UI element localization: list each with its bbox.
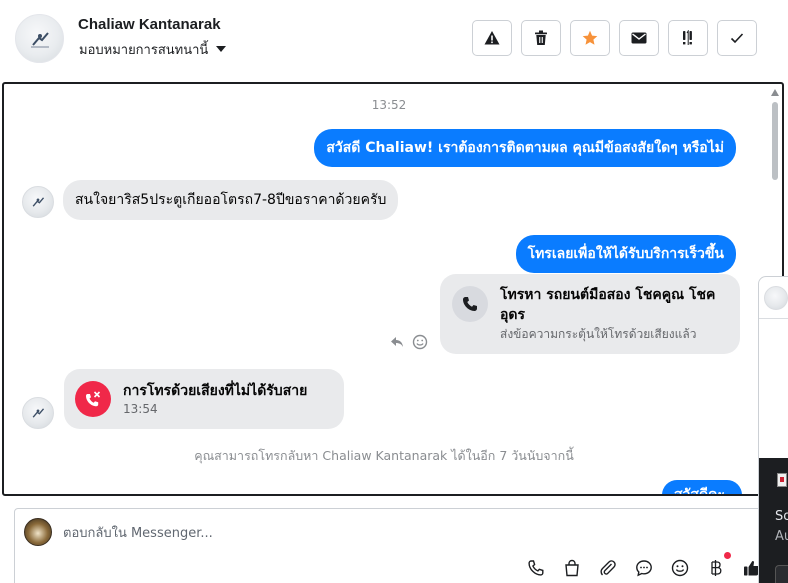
popup-button[interactable]: [775, 565, 788, 583]
avatar-figure-icon: [32, 197, 45, 207]
attach-button[interactable]: [597, 557, 619, 579]
header-toolbar: [472, 20, 757, 56]
avatar-figure-icon: [30, 31, 49, 47]
contact-avatar-small[interactable]: [22, 397, 54, 429]
callback-notice: คุณสามารถโทรกลับหา Chaliaw Kantanarak ได…: [194, 448, 574, 463]
contact-name[interactable]: Chaliaw Kantanarak: [78, 16, 221, 33]
shopping-bag-icon: [565, 559, 579, 577]
chat-bubble-icon: [636, 560, 652, 577]
priority-icon: [683, 30, 692, 45]
trash-icon: [535, 30, 547, 45]
conversation-header: Chaliaw Kantanarak มอบหมายการสนทนานี้: [0, 0, 788, 80]
popup-text-line2: Au: [775, 529, 788, 544]
message-bubble-incoming[interactable]: สนใจยาริส5ประตูเกียออโตรถ7-8ปีขอราคาด้วย…: [63, 180, 399, 220]
message-composer: [14, 508, 774, 583]
saved-replies-button[interactable]: [633, 557, 655, 579]
reply-input[interactable]: [63, 523, 543, 543]
popup-avatar[interactable]: [764, 286, 788, 310]
assign-conversation-dropdown[interactable]: มอบหมายการสนทนานี้: [79, 39, 227, 60]
contact-avatar-small[interactable]: [22, 186, 54, 218]
report-button[interactable]: [472, 20, 512, 56]
smiley-icon: [671, 559, 689, 577]
mark-done-button[interactable]: [717, 20, 757, 56]
message-bubble-outgoing[interactable]: สวัสดี Chaliaw! เราต้องการติดตามผล คุณมี…: [314, 129, 736, 167]
star-icon: [582, 30, 598, 45]
star-button[interactable]: [570, 20, 610, 56]
contact-avatar[interactable]: [15, 14, 64, 63]
call-card-title: โทรหา รถยนต์มือสอง โชคคูณ โชค อุดร: [500, 287, 716, 323]
checkmark-icon: [730, 33, 744, 44]
popup-text-line1: So: [775, 509, 788, 524]
message-thread[interactable]: 13:52 สวัสดี Chaliaw! เราต้องการติดตามผล…: [2, 82, 784, 496]
message-bubble-outgoing[interactable]: โทรเลยเพื่อให้ได้รับบริการเร็วขึ้น: [515, 235, 736, 273]
phone-icon: [528, 560, 544, 576]
chat-popup-preview[interactable]: So Au: [758, 276, 788, 583]
avatar-figure-icon: [32, 408, 45, 418]
missed-call-card[interactable]: การโทรด้วยเสียงที่ไม่ได้รับสาย 13:54: [64, 369, 344, 429]
phone-icon: [452, 286, 488, 322]
delete-button[interactable]: [521, 20, 561, 56]
important-button[interactable]: [668, 20, 708, 56]
assign-label: มอบหมายการสนทนานี้: [79, 43, 209, 58]
notification-dot: [724, 552, 731, 559]
reply-icon[interactable]: [390, 336, 404, 348]
composer-toolbar: [525, 552, 763, 579]
message-timestamp: 13:52: [371, 98, 407, 112]
missed-call-icon: [75, 381, 111, 417]
call-card-subtitle: ส่งข้อความกระตุ้นให้โทรด้วยเสียงแล้ว: [500, 327, 697, 341]
call-request-card[interactable]: โทรหา รถยนต์มือสอง โชคคูณ โชค อุดร ส่งข้…: [440, 274, 740, 354]
react-smiley-icon[interactable]: [412, 334, 428, 350]
popup-divider: [759, 318, 788, 319]
flag-icon: [777, 473, 787, 487]
envelope-icon: [631, 32, 647, 44]
paperclip-icon: [600, 560, 616, 576]
scroll-up-arrow-icon[interactable]: [771, 89, 779, 96]
missed-call-time: 13:54: [123, 402, 158, 416]
phone-button[interactable]: [525, 557, 547, 579]
mark-unread-button[interactable]: [619, 20, 659, 56]
warning-icon: [484, 31, 500, 45]
page-avatar: [24, 518, 52, 546]
payment-button[interactable]: [705, 552, 731, 579]
caret-down-icon: [216, 45, 227, 52]
shop-button[interactable]: [561, 557, 583, 579]
baht-icon: [711, 560, 722, 576]
message-actions: [390, 334, 428, 350]
emoji-button[interactable]: [669, 557, 691, 579]
scroll-thumb[interactable]: [772, 102, 778, 180]
message-bubble-outgoing[interactable]: สวัสดีคะ: [662, 480, 742, 494]
missed-call-title: การโทรด้วยเสียงที่ไม่ได้รับสาย: [123, 383, 308, 399]
